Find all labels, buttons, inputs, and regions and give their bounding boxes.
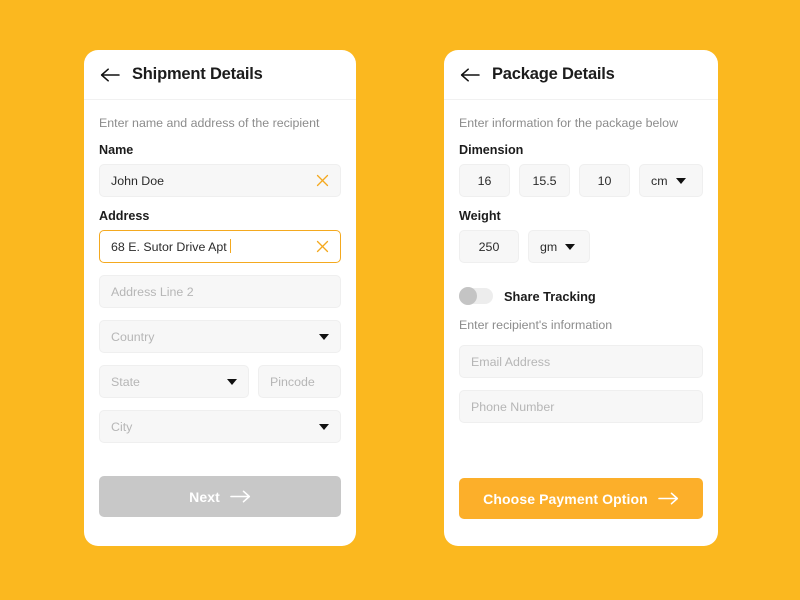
- dimension-width-value: 15.5: [532, 173, 557, 188]
- app-canvas: Shipment Details Enter name and address …: [0, 0, 800, 600]
- address-input[interactable]: 68 E. Sutor Drive Apt: [99, 230, 341, 263]
- chevron-down-icon: [675, 177, 686, 184]
- weight-row: 250 gm: [459, 230, 703, 275]
- chevron-down-icon: [319, 333, 329, 340]
- state-select[interactable]: State: [99, 365, 249, 398]
- shipment-page-title: Shipment Details: [132, 65, 263, 83]
- recipient-helper-text: Enter recipient's information: [459, 318, 613, 332]
- shipment-form: Enter name and address of the recipient …: [84, 100, 356, 443]
- text-cursor: [229, 239, 232, 253]
- weight-unit-value: gm: [540, 239, 558, 254]
- dimension-label: Dimension: [459, 143, 524, 157]
- next-button[interactable]: Next: [99, 476, 341, 517]
- email-placeholder: Email Address: [471, 354, 551, 369]
- dimension-length-value: 16: [477, 173, 492, 188]
- dimension-width-input[interactable]: 15.5: [519, 164, 570, 197]
- name-input-value: John Doe: [111, 173, 165, 188]
- chevron-down-icon: [565, 243, 576, 250]
- toggle-knob: [459, 287, 477, 305]
- dimension-length-input[interactable]: 16: [459, 164, 510, 197]
- dimension-unit-select[interactable]: cm: [639, 164, 703, 197]
- name-input[interactable]: John Doe: [99, 164, 341, 197]
- city-select[interactable]: City: [99, 410, 341, 443]
- back-arrow-icon[interactable]: [459, 66, 481, 84]
- dimension-row: 16 15.5 10 cm: [459, 164, 703, 209]
- address-input-value: 68 E. Sutor Drive Apt: [111, 240, 227, 254]
- state-select-value: State: [111, 374, 140, 389]
- package-details-card: Package Details Enter information for th…: [444, 50, 718, 546]
- weight-label: Weight: [459, 209, 501, 223]
- address-input-value-wrap: 68 E. Sutor Drive Apt: [111, 239, 310, 254]
- chevron-down-icon: [319, 423, 329, 430]
- share-tracking-toggle[interactable]: [459, 287, 493, 305]
- weight-input[interactable]: 250: [459, 230, 519, 263]
- pincode-placeholder: Pincode: [270, 374, 315, 389]
- address-clear-icon[interactable]: [316, 240, 329, 253]
- back-arrow-icon[interactable]: [99, 66, 121, 84]
- pincode-input[interactable]: Pincode: [258, 365, 341, 398]
- phone-placeholder: Phone Number: [471, 399, 555, 414]
- state-pincode-row: State Pincode: [99, 365, 341, 410]
- name-clear-icon[interactable]: [316, 174, 329, 187]
- package-form: Enter information for the package below …: [444, 100, 718, 423]
- dimension-height-value: 10: [597, 173, 612, 188]
- address-line-2-placeholder: Address Line 2: [111, 284, 194, 299]
- package-header: Package Details: [444, 50, 718, 100]
- weight-value: 250: [478, 239, 500, 254]
- payment-button-label: Choose Payment Option: [483, 490, 648, 507]
- address-line-2-input[interactable]: Address Line 2: [99, 275, 341, 308]
- address-label: Address: [99, 209, 150, 223]
- country-select-value: Country: [111, 329, 155, 344]
- dimension-unit-value: cm: [651, 173, 668, 188]
- share-tracking-label: Share Tracking: [504, 288, 596, 304]
- package-page-title: Package Details: [492, 65, 615, 83]
- weight-unit-select[interactable]: gm: [528, 230, 590, 263]
- arrow-right-icon: [658, 492, 678, 505]
- chevron-down-icon: [227, 378, 237, 385]
- arrow-right-icon: [230, 490, 250, 503]
- next-button-label: Next: [189, 488, 220, 505]
- package-helper-text: Enter information for the package below: [459, 116, 679, 130]
- shipment-helper-text: Enter name and address of the recipient: [99, 116, 320, 130]
- email-input[interactable]: Email Address: [459, 345, 703, 378]
- choose-payment-option-button[interactable]: Choose Payment Option: [459, 478, 703, 519]
- share-tracking-row: Share Tracking: [459, 287, 703, 305]
- shipment-details-card: Shipment Details Enter name and address …: [84, 50, 356, 546]
- city-select-value: City: [111, 419, 133, 434]
- phone-input[interactable]: Phone Number: [459, 390, 703, 423]
- name-label: Name: [99, 143, 134, 157]
- dimension-height-input[interactable]: 10: [579, 164, 630, 197]
- shipment-header: Shipment Details: [84, 50, 356, 100]
- country-select[interactable]: Country: [99, 320, 341, 353]
